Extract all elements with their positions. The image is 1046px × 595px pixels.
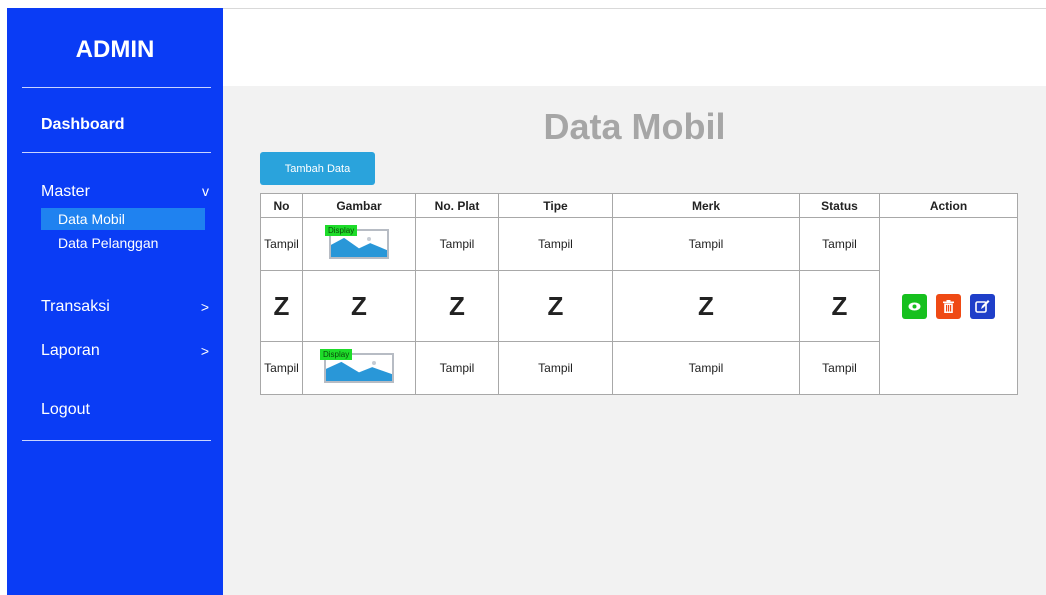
table-cell: Z: [302, 270, 416, 342]
view-button[interactable]: [902, 293, 927, 319]
sidebar: ADMIN Dashboard Master v Data Mobil Data…: [7, 8, 223, 595]
nav-laporan-label: Laporan: [41, 342, 100, 359]
display-tag: Display: [320, 349, 353, 360]
image-placeholder: Display: [325, 225, 389, 259]
column-header: No: [260, 193, 303, 218]
image-cell: Display: [302, 341, 416, 395]
nav-logout[interactable]: Logout: [41, 401, 209, 419]
trash-icon: [943, 299, 954, 313]
table-cell: Z: [260, 270, 303, 342]
table-cell: Tampil: [260, 341, 303, 395]
delete-button[interactable]: [936, 293, 961, 319]
sidebar-divider: [22, 87, 211, 88]
add-data-button[interactable]: Tambah Data: [260, 152, 375, 185]
sidebar-divider: [22, 440, 211, 441]
nav-dashboard[interactable]: Dashboard: [41, 116, 125, 134]
column-header: Tipe: [498, 193, 613, 218]
table-cell: Tampil: [260, 217, 303, 271]
action-buttons: [880, 293, 1017, 319]
table-cell: Z: [612, 270, 800, 342]
edit-icon: [975, 299, 990, 313]
brand-title: ADMIN: [75, 36, 155, 63]
nav-transaksi-label: Transaksi: [41, 298, 110, 315]
image-placeholder: Display: [320, 349, 394, 383]
main-content: Data Mobil Tambah Data No Gambar No. Pla…: [223, 86, 1046, 595]
table-cell: Tampil: [498, 341, 613, 395]
column-header: Merk: [612, 193, 800, 218]
table-cell: Tampil: [415, 217, 499, 271]
nav-transaksi[interactable]: Transaksi >: [41, 298, 209, 316]
table-cell: Tampil: [612, 217, 800, 271]
page-title: Data Mobil: [543, 106, 726, 147]
image-cell: Display: [302, 217, 416, 271]
column-header: Status: [799, 193, 880, 218]
table-cell: Tampil: [612, 341, 800, 395]
eye-icon: [908, 302, 921, 310]
column-header: Gambar: [302, 193, 416, 218]
display-tag: Display: [325, 225, 358, 236]
edit-button[interactable]: [970, 293, 995, 319]
table-cell: Tampil: [799, 217, 880, 271]
chevron-right-icon: >: [200, 299, 209, 315]
nav-sub-item-data-pelanggan[interactable]: Data Pelanggan: [41, 232, 205, 254]
table-cell: Z: [415, 270, 499, 342]
table-row: Tampil Display Tampil Tampil Tampil Tamp…: [260, 217, 1018, 395]
chevron-right-icon: >: [200, 343, 209, 359]
nav-sub-item-data-mobil[interactable]: Data Mobil: [41, 208, 205, 230]
table-header-row: No Gambar No. Plat Tipe Merk Status Acti…: [260, 193, 1018, 218]
nav-master-label: Master: [41, 183, 90, 200]
column-header: Action: [879, 193, 1018, 218]
data-table: No Gambar No. Plat Tipe Merk Status Acti…: [260, 193, 1018, 395]
column-header: No. Plat: [415, 193, 499, 218]
action-cell: [879, 217, 1018, 395]
nav-laporan[interactable]: Laporan >: [41, 342, 209, 360]
nav-master[interactable]: Master v: [41, 183, 209, 201]
table-cell: Tampil: [799, 341, 880, 395]
table-cell: Z: [498, 270, 613, 342]
table-cell: Tampil: [415, 341, 499, 395]
table-cell: Z: [799, 270, 880, 342]
sidebar-divider: [22, 152, 211, 153]
top-bar: [223, 8, 1046, 86]
table-cell: Tampil: [498, 217, 613, 271]
chevron-down-icon: v: [202, 183, 209, 199]
